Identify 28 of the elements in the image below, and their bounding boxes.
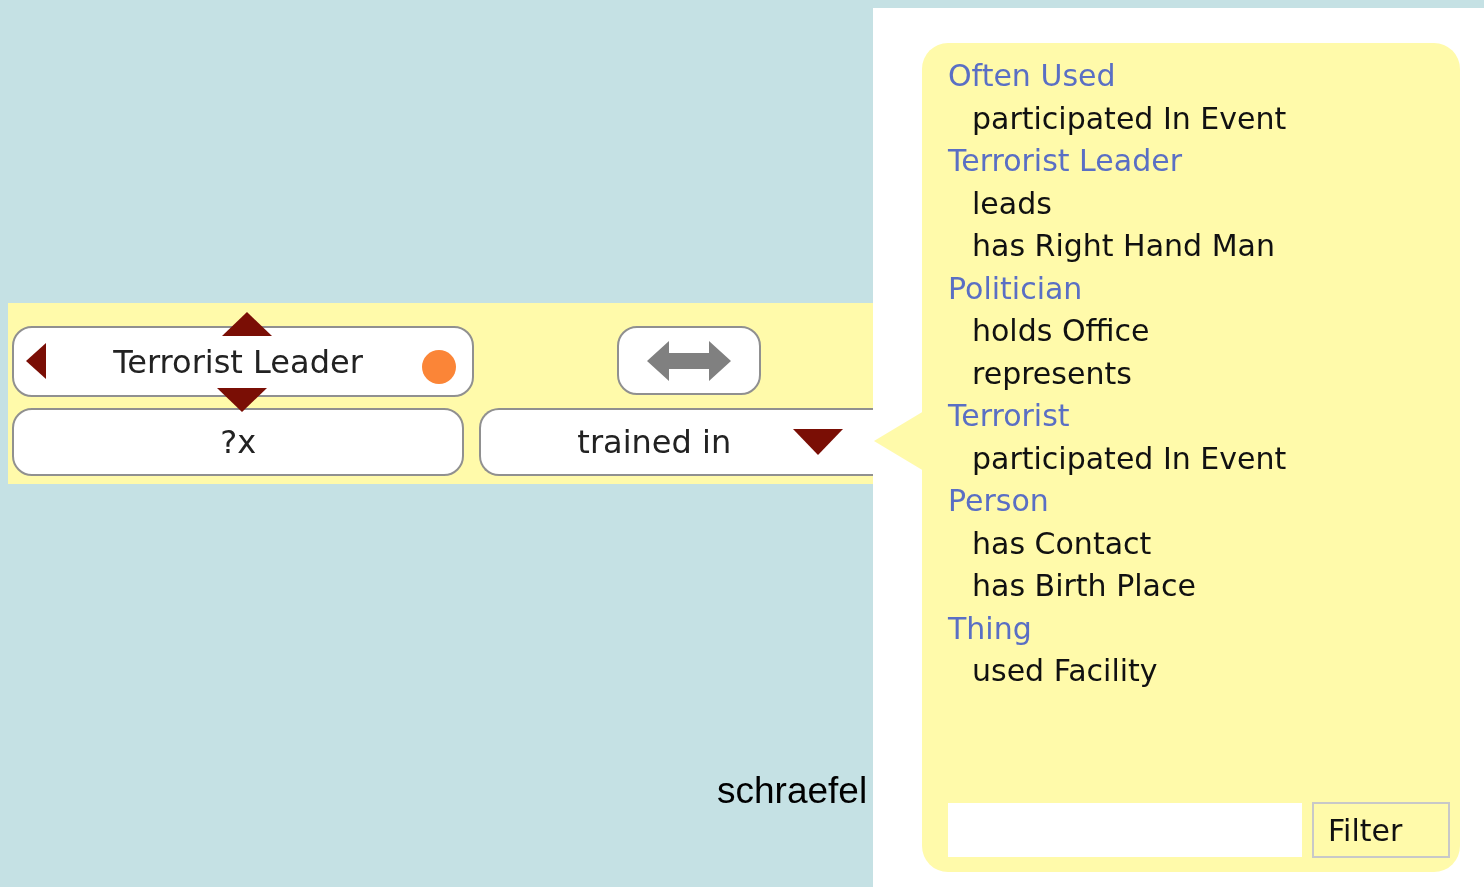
filter-button[interactable]: Filter (1312, 802, 1450, 858)
property-item[interactable]: has Birth Place (948, 565, 1450, 608)
category-heading: Terrorist Leader (948, 142, 1183, 180)
property-item[interactable]: represents (948, 352, 1450, 395)
category-heading: Politician (948, 269, 1084, 308)
property-item[interactable]: participated In Event (948, 97, 1450, 140)
property-item[interactable]: has Contact (948, 522, 1450, 565)
category-heading: Person (948, 482, 1050, 520)
left-arrow-icon[interactable] (26, 343, 46, 379)
property-item[interactable]: participated In Event (948, 437, 1450, 480)
property-item[interactable]: used Facility (948, 650, 1450, 693)
category-heading: Often Used (948, 57, 1117, 95)
down-arrow-icon[interactable] (217, 388, 267, 412)
subject-node[interactable]: Terrorist Leader (12, 326, 474, 397)
property-item[interactable]: holds Office (948, 310, 1450, 353)
swap-button[interactable] (616, 326, 761, 395)
predicate-dropdown[interactable]: trained in (479, 408, 873, 476)
up-arrow-icon[interactable] (222, 312, 272, 336)
category-heading: Terrorist (948, 397, 1071, 435)
property-item[interactable]: has Right Hand Man (948, 225, 1450, 268)
variable-node[interactable]: ?x (12, 408, 465, 476)
property-item[interactable]: leads (948, 182, 1450, 225)
node-label: Terrorist Leader (113, 342, 363, 381)
filter-field[interactable] (948, 803, 1302, 857)
double-arrow-icon (646, 338, 731, 383)
author-caption: schraefel (717, 770, 869, 812)
dropdown-arrow-icon[interactable] (793, 429, 844, 455)
category-heading: Thing (948, 609, 1033, 648)
